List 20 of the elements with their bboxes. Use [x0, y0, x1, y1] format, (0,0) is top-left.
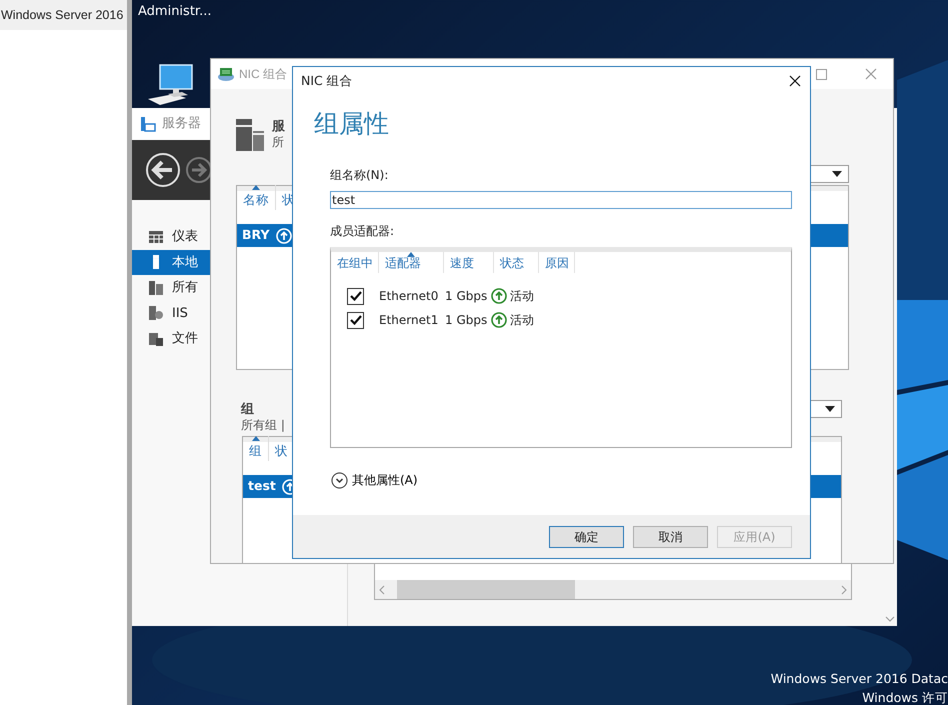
- section-subtitle: 所: [272, 135, 285, 150]
- section-title: 组: [241, 402, 255, 418]
- adapter-speed: 1 Gbps: [445, 312, 488, 329]
- panel-title: Windows Server 2016: [0, 0, 127, 30]
- dialog-heading: 组属性: [314, 109, 390, 139]
- section-title: 服: [272, 119, 285, 135]
- adapter-name: Ethernet0: [379, 288, 440, 305]
- field-label: 组名称(N):: [330, 167, 390, 183]
- dialog-title: NIC 组合: [301, 72, 353, 90]
- window-title: NIC 组合: [239, 66, 287, 83]
- field-label: 成员适配器:: [330, 223, 396, 239]
- adapter-status: 活动: [510, 312, 534, 329]
- adapter-speed: 1 Gbps: [445, 288, 488, 305]
- window-title: 服务器: [162, 115, 201, 134]
- edition-text: Windows 许可: [862, 689, 948, 705]
- edition-text: Windows Server 2016 Datac: [770, 670, 948, 688]
- section-subtitle: 所有组 |: [241, 418, 285, 433]
- user-name: Administr...: [138, 3, 212, 21]
- adapter-status: 活动: [510, 288, 534, 305]
- adapter-name: Ethernet1: [379, 312, 440, 329]
